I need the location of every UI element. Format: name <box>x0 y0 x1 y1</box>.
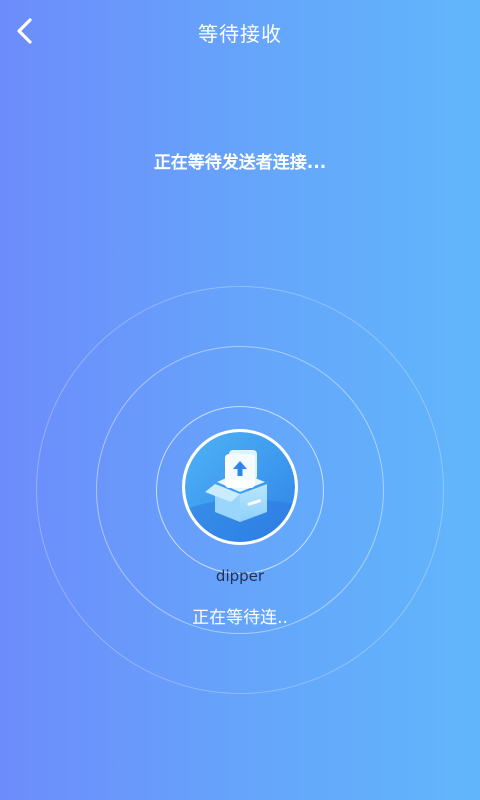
header: 等待接收 <box>0 0 480 62</box>
device-name: dipper <box>215 567 265 585</box>
device-avatar[interactable] <box>182 429 298 545</box>
waiting-status-text: 正在等待发送者连接... <box>153 153 327 173</box>
device-status: 正在等待连.. <box>192 608 288 628</box>
page-title: 等待接收 <box>198 22 282 46</box>
upload-box-icon <box>185 432 295 542</box>
